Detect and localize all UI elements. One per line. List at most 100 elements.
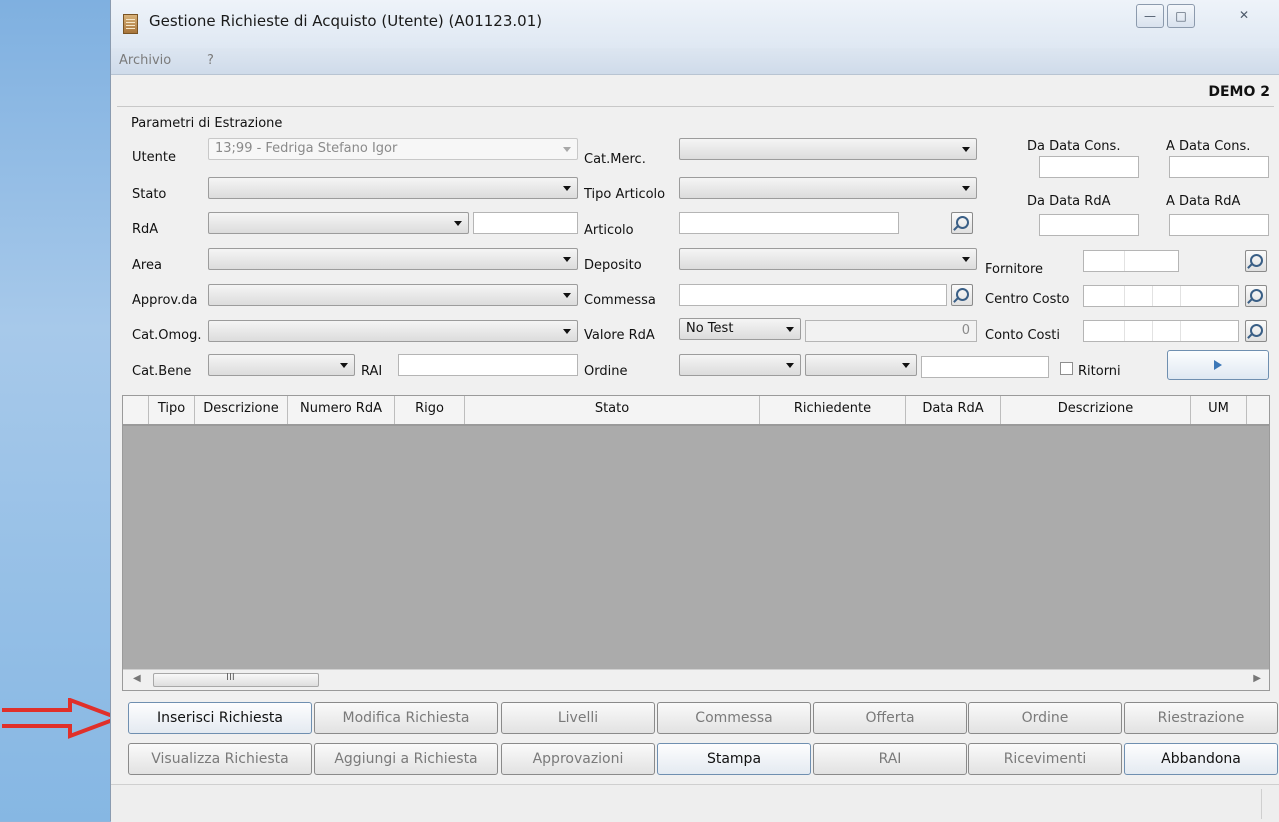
application-window: Gestione Richieste di Acquisto (Utente) … — [110, 0, 1279, 822]
app-document-icon — [123, 14, 138, 34]
filters-group-title: Parametri di Estrazione — [131, 116, 283, 131]
ordine-year-dropdown[interactable] — [805, 354, 917, 376]
ordine-number-input[interactable] — [921, 356, 1049, 378]
riestrazione-button[interactable]: Riestrazione — [1124, 702, 1278, 734]
approv-da-label: Approv.da — [132, 293, 198, 308]
scroll-right-arrow-icon[interactable]: ▶ — [1253, 673, 1261, 684]
scrollbar-grip: III — [226, 672, 235, 683]
cat-merc-dropdown[interactable] — [679, 138, 977, 160]
valore-rda-label: Valore RdA — [584, 328, 655, 343]
livelli-button[interactable]: Livelli — [501, 702, 655, 734]
results-grid[interactable]: Tipo Descrizione Numero RdA Rigo Stato R… — [122, 395, 1270, 691]
rda-label: RdA — [132, 222, 159, 237]
cat-omog-dropdown[interactable] — [208, 320, 578, 342]
ordine-type-dropdown[interactable] — [679, 354, 801, 376]
scroll-left-arrow-icon[interactable]: ◀ — [133, 673, 141, 684]
a-data-rda-label: A Data RdA — [1166, 194, 1241, 209]
play-icon — [1214, 360, 1222, 370]
offerta-button[interactable]: Offerta — [813, 702, 967, 734]
minimize-button[interactable]: — — [1136, 4, 1164, 28]
commessa-search-button[interactable] — [951, 284, 973, 306]
a-data-cons-label: A Data Cons. — [1166, 139, 1251, 154]
tipo-articolo-label: Tipo Articolo — [584, 187, 666, 202]
deposito-label: Deposito — [584, 258, 642, 273]
rai-input[interactable] — [398, 354, 578, 376]
grid-header-data-rda[interactable]: Data RdA — [906, 396, 1001, 424]
rda-dropdown[interactable] — [208, 212, 469, 234]
tipo-articolo-dropdown[interactable] — [679, 177, 977, 199]
area-label: Area — [132, 258, 162, 273]
area-dropdown[interactable] — [208, 248, 578, 270]
articolo-search-button[interactable] — [951, 212, 973, 234]
grid-header-numero-rda[interactable]: Numero RdA — [288, 396, 395, 424]
utente-value: 13;99 - Fedriga Stefano Igor — [215, 141, 398, 156]
ordine-button[interactable]: Ordine — [968, 702, 1122, 734]
da-data-cons-input[interactable] — [1039, 156, 1139, 178]
stato-dropdown[interactable] — [208, 177, 578, 199]
cat-bene-dropdown[interactable] — [208, 354, 355, 376]
rai-button[interactable]: RAI — [813, 743, 967, 775]
commessa-input[interactable] — [679, 284, 947, 306]
grid-header-richiedente[interactable]: Richiedente — [760, 396, 906, 424]
articolo-label: Articolo — [584, 223, 634, 238]
close-button[interactable]: ✕ — [1231, 4, 1257, 26]
menu-help[interactable]: ? — [207, 53, 214, 68]
aggiungi-a-richiesta-button[interactable]: Aggiungi a Richiesta — [314, 743, 498, 775]
visualizza-richiesta-button[interactable]: Visualizza Richiesta — [128, 743, 312, 775]
stampa-button[interactable]: Stampa — [657, 743, 811, 775]
valore-rda-mode-value: No Test — [686, 321, 734, 336]
articolo-input[interactable] — [679, 212, 899, 234]
menu-bar: Archivio ? — [111, 48, 1279, 75]
cat-merc-label: Cat.Merc. — [584, 152, 646, 167]
grid-horizontal-scrollbar[interactable]: ◀ III ▶ — [123, 669, 1269, 690]
deposito-dropdown[interactable] — [679, 248, 977, 270]
conto-costi-label: Conto Costi — [985, 328, 1060, 343]
fornitore-input[interactable] — [1083, 250, 1179, 272]
grid-header-rigo[interactable]: Rigo — [395, 396, 465, 424]
conto-costi-input[interactable] — [1083, 320, 1239, 342]
a-data-cons-input[interactable] — [1169, 156, 1269, 178]
status-bar-divider — [1261, 789, 1262, 819]
utente-label: Utente — [132, 150, 176, 165]
commessa-button[interactable]: Commessa — [657, 702, 811, 734]
magnifier-icon — [956, 288, 969, 301]
inserisci-richiesta-button[interactable]: Inserisci Richiesta — [128, 702, 312, 734]
valore-rda-amount-input[interactable]: 0 — [805, 320, 977, 342]
utente-dropdown: 13;99 - Fedriga Stefano Igor — [208, 138, 578, 160]
commessa-label: Commessa — [584, 293, 656, 308]
fornitore-label: Fornitore — [985, 262, 1044, 277]
grid-header-tipo[interactable]: Tipo — [149, 396, 195, 424]
grid-header-stato[interactable]: Stato — [465, 396, 760, 424]
magnifier-icon — [1250, 289, 1263, 302]
valore-rda-amount: 0 — [961, 323, 970, 338]
magnifier-icon — [1250, 254, 1263, 267]
centro-costo-search-button[interactable] — [1245, 285, 1267, 307]
maximize-button[interactable]: □ — [1167, 4, 1195, 28]
fornitore-search-button[interactable] — [1245, 250, 1267, 272]
approvazioni-button[interactable]: Approvazioni — [501, 743, 655, 775]
abbandona-button[interactable]: Abbandona — [1124, 743, 1278, 775]
separator — [117, 106, 1274, 107]
centro-costo-input[interactable] — [1083, 285, 1239, 307]
grid-header-descrizione[interactable]: Descrizione — [195, 396, 288, 424]
grid-header: Tipo Descrizione Numero RdA Rigo Stato R… — [123, 396, 1269, 426]
grid-header-um[interactable]: UM — [1191, 396, 1247, 424]
ritorni-checkbox[interactable] — [1060, 362, 1073, 375]
red-arrow-annotation — [2, 698, 122, 739]
rai-label: RAI — [361, 364, 383, 379]
valore-rda-mode-dropdown[interactable]: No Test — [679, 318, 801, 340]
cat-omog-label: Cat.Omog. — [132, 328, 202, 343]
rda-number-input[interactable] — [473, 212, 578, 234]
da-data-rda-input[interactable] — [1039, 214, 1139, 236]
ritorni-label: Ritorni — [1078, 364, 1121, 379]
menu-archivio[interactable]: Archivio — [119, 53, 171, 68]
conto-costi-search-button[interactable] — [1245, 320, 1267, 342]
a-data-rda-input[interactable] — [1169, 214, 1269, 236]
scrollbar-thumb[interactable]: III — [153, 672, 319, 687]
execute-search-button[interactable] — [1167, 350, 1269, 380]
modifica-richiesta-button[interactable]: Modifica Richiesta — [314, 702, 498, 734]
approv-da-dropdown[interactable] — [208, 284, 578, 306]
grid-header-descrizione-2[interactable]: Descrizione — [1001, 396, 1191, 424]
ricevimenti-button[interactable]: Ricevimenti — [968, 743, 1122, 775]
window-title: Gestione Richieste di Acquisto (Utente) … — [149, 12, 543, 30]
